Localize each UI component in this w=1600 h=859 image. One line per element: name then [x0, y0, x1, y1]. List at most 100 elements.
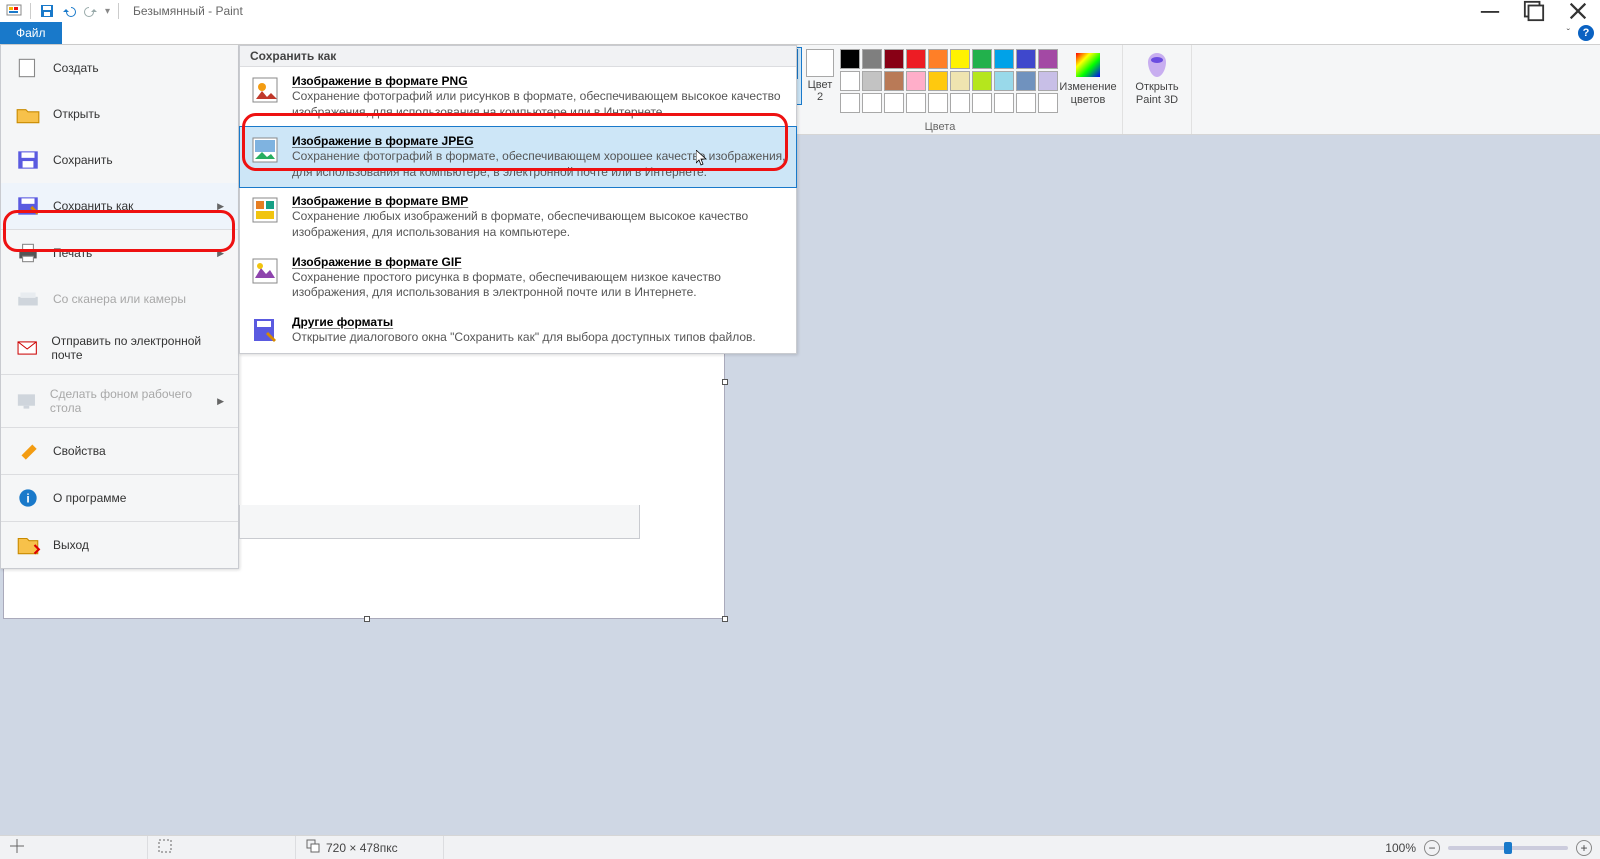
- color-swatch[interactable]: [1016, 93, 1036, 113]
- color-swatch[interactable]: [950, 71, 970, 91]
- color-swatch[interactable]: [840, 49, 860, 69]
- save-icon[interactable]: [39, 3, 55, 19]
- menu-email[interactable]: Отправить по электронной почте: [1, 322, 238, 374]
- color-swatch[interactable]: [840, 71, 860, 91]
- color-swatch[interactable]: [972, 93, 992, 113]
- color-swatch[interactable]: [928, 71, 948, 91]
- properties-icon: [15, 440, 41, 462]
- menu-print[interactable]: Печать▶: [1, 230, 238, 276]
- wallpaper-icon: [15, 390, 38, 412]
- resize-handle-corner[interactable]: [722, 616, 728, 622]
- window-title: Безымянный - Paint: [133, 4, 243, 18]
- submenu-arrow-icon: ▶: [217, 201, 224, 212]
- color-swatch[interactable]: [994, 93, 1014, 113]
- colors-group: Цвет 1 Цвет 2 Изменение цветов Цвета: [757, 45, 1123, 134]
- menu-exit[interactable]: Выход: [1, 522, 238, 568]
- jpeg-icon: [250, 135, 280, 165]
- color-swatch[interactable]: [906, 71, 926, 91]
- color-swatch[interactable]: [994, 49, 1014, 69]
- undo-icon[interactable]: [61, 3, 77, 19]
- save-as-other[interactable]: Другие форматыОткрытие диалогового окна …: [240, 308, 796, 353]
- status-filesize: [444, 836, 1377, 859]
- color-swatch[interactable]: [862, 71, 882, 91]
- file-tab[interactable]: Файл: [0, 22, 62, 44]
- color-swatch[interactable]: [972, 49, 992, 69]
- color-swatch[interactable]: [1016, 71, 1036, 91]
- color-swatch[interactable]: [840, 93, 860, 113]
- submenu-arrow-icon: ▶: [217, 396, 224, 407]
- save-as-submenu: Сохранить как Изображение в формате PNGС…: [239, 45, 797, 354]
- svg-text:i: i: [26, 491, 29, 505]
- menu-create[interactable]: Создать: [1, 45, 238, 91]
- close-button[interactable]: [1556, 0, 1600, 22]
- color-swatch[interactable]: [884, 93, 904, 113]
- open-icon: [15, 103, 41, 125]
- open-paint3d-button[interactable]: Открыть Paint 3D: [1129, 47, 1185, 106]
- status-selection: [148, 836, 296, 859]
- ribbon-collapse-icon[interactable]: ˇ: [1567, 28, 1570, 39]
- menu-scanner: Со сканера или камеры: [1, 276, 238, 322]
- menu-about[interactable]: iО программе: [1, 475, 238, 521]
- color-swatch[interactable]: [950, 49, 970, 69]
- status-bar: 720 × 478пкс 100% − +: [0, 835, 1600, 859]
- color-swatch[interactable]: [862, 49, 882, 69]
- paint3d-group: Открыть Paint 3D: [1123, 45, 1192, 134]
- zoom-out-button[interactable]: −: [1424, 840, 1440, 856]
- help-icon[interactable]: ?: [1578, 25, 1594, 41]
- resize-handle-right[interactable]: [722, 379, 728, 385]
- scanner-icon: [15, 288, 41, 310]
- gif-icon: [250, 256, 280, 286]
- menu-save[interactable]: Сохранить: [1, 137, 238, 183]
- other-formats-icon: [250, 316, 280, 346]
- title-bar: ▾ Безымянный - Paint: [0, 0, 1600, 22]
- submenu-arrow-icon: ▶: [217, 248, 224, 259]
- color-swatch[interactable]: [972, 71, 992, 91]
- png-icon: [250, 75, 280, 105]
- color-swatch[interactable]: [1038, 93, 1058, 113]
- color-swatch[interactable]: [884, 49, 904, 69]
- maximize-button[interactable]: [1512, 0, 1556, 22]
- save-as-jpeg[interactable]: Изображение в формате JPEGСохранение фот…: [239, 126, 797, 188]
- resize-handle-bottom[interactable]: [364, 616, 370, 622]
- minimize-button[interactable]: [1468, 0, 1512, 22]
- color2-button[interactable]: Цвет 2: [802, 47, 838, 103]
- file-menu-footer: [239, 505, 640, 539]
- status-position: [0, 836, 148, 859]
- status-size: 720 × 478пкс: [296, 836, 444, 859]
- edit-colors-icon: [1072, 49, 1104, 81]
- email-icon: [15, 337, 39, 359]
- edit-colors-button[interactable]: Изменение цветов: [1060, 47, 1116, 106]
- color-swatch[interactable]: [1038, 49, 1058, 69]
- zoom-slider-thumb[interactable]: [1504, 842, 1512, 854]
- color-swatch[interactable]: [1016, 49, 1036, 69]
- color-swatch[interactable]: [906, 49, 926, 69]
- color-swatch[interactable]: [1038, 71, 1058, 91]
- menu-save-as[interactable]: Сохранить как▶: [1, 183, 238, 229]
- selection-icon: [158, 839, 172, 856]
- menu-properties[interactable]: Свойства: [1, 428, 238, 474]
- color2-swatch: [806, 49, 834, 77]
- color-swatch[interactable]: [862, 93, 882, 113]
- menu-open[interactable]: Открыть: [1, 91, 238, 137]
- redo-icon[interactable]: [83, 3, 99, 19]
- color-swatch[interactable]: [928, 93, 948, 113]
- save-as-bmp[interactable]: Изображение в формате BMPСохранение любы…: [240, 187, 796, 247]
- color-swatch[interactable]: [950, 93, 970, 113]
- zoom-slider[interactable]: [1448, 846, 1568, 850]
- dimensions-icon: [306, 839, 320, 856]
- paint3d-icon: [1141, 49, 1173, 81]
- submenu-title: Сохранить как: [240, 46, 796, 67]
- color-swatch[interactable]: [994, 71, 1014, 91]
- color-swatch[interactable]: [928, 49, 948, 69]
- print-icon: [15, 242, 41, 264]
- file-menu: Создать Открыть Сохранить Сохранить как▶…: [0, 45, 239, 569]
- qat-dropdown-icon[interactable]: ▾: [105, 6, 110, 17]
- color-palette[interactable]: [838, 47, 1060, 115]
- save-as-png[interactable]: Изображение в формате PNGСохранение фото…: [240, 67, 796, 127]
- ribbon-tabs: Файл ˇ ?: [0, 22, 1600, 45]
- color-swatch[interactable]: [906, 93, 926, 113]
- zoom-in-button[interactable]: +: [1576, 840, 1592, 856]
- color-swatch[interactable]: [884, 71, 904, 91]
- save-as-gif[interactable]: Изображение в формате GIFСохранение прос…: [240, 248, 796, 308]
- app-icon: [6, 3, 22, 19]
